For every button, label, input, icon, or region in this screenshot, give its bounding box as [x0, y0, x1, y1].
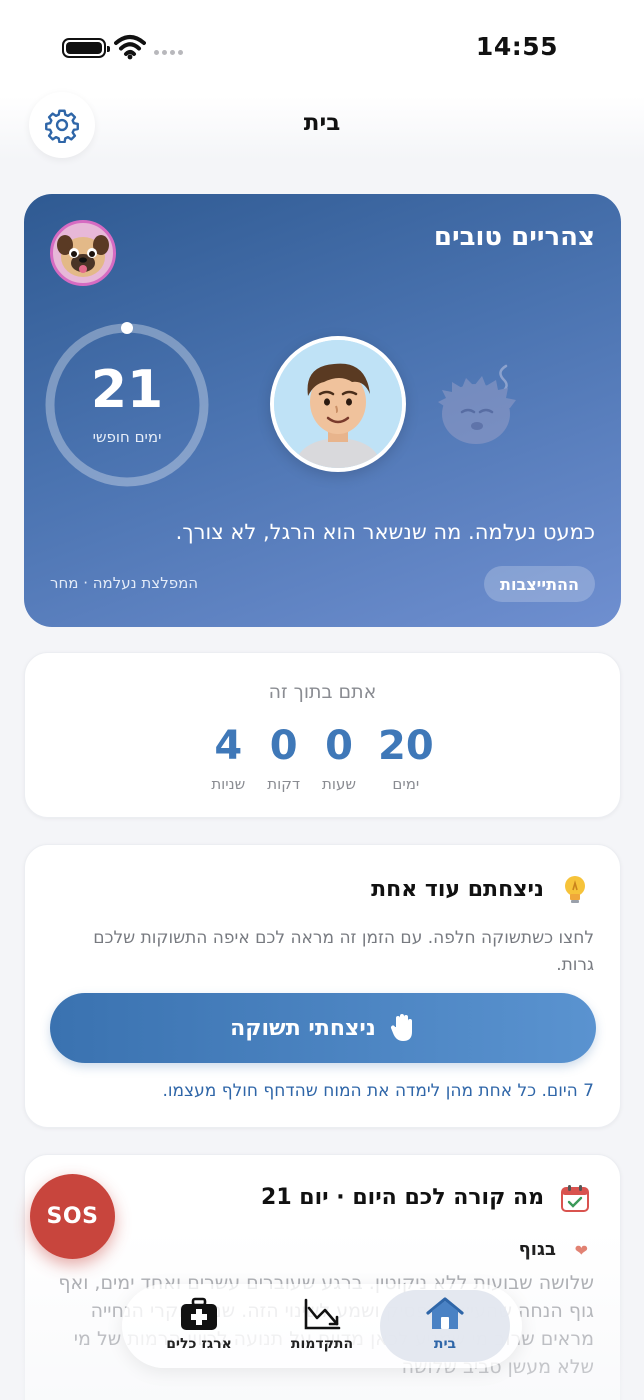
nav-item-home[interactable]: בית — [380, 1290, 510, 1362]
hero-message: כמעט נעלמה. מה שנשאר הוא הרגל, לא צורך. — [175, 520, 595, 544]
timer-card: אתם בתוך זה 4 שניות 0 דקות 0 שעות 20 ימי… — [24, 652, 621, 818]
timer-days: 20 ימים — [378, 723, 434, 793]
nav-label-progress: התקדמות — [290, 1336, 354, 1352]
calendar-icon — [561, 1185, 589, 1212]
timer-days-value: 20 — [378, 723, 434, 769]
timer-hours: 0 שעות — [322, 723, 356, 793]
bottom-nav: ארגז כלים התקדמות בית — [122, 1284, 522, 1368]
timer-hours-value: 0 — [325, 723, 353, 769]
chart-icon — [304, 1298, 341, 1330]
greeting-text: צהריים טובים — [433, 222, 595, 252]
won-button-label: ניצחתי תשוקה — [230, 1015, 376, 1041]
craving-won-card: ניצחתם עוד אחת לחצו כשתשוקה חלפה. עם הזמ… — [24, 844, 621, 1128]
monster-icon — [438, 364, 516, 444]
lightbulb-icon — [565, 876, 585, 903]
timer-minutes-label: דקות — [267, 775, 301, 793]
timer-units: 4 שניות 0 דקות 0 שעות 20 ימים — [25, 723, 620, 793]
timer-days-label: ימים — [392, 775, 420, 793]
nav-label-toolbox: ארגז כלים — [166, 1336, 232, 1352]
status-bar: 14:55 — [0, 0, 644, 96]
user-avatar[interactable] — [270, 336, 406, 472]
home-icon — [426, 1297, 464, 1329]
cellular-signal-icon — [154, 50, 183, 55]
timer-title: אתם בתוך זה — [268, 681, 377, 703]
timer-seconds-value: 4 — [214, 723, 243, 769]
status-time: 14:55 — [475, 32, 558, 61]
first-aid-kit-icon — [181, 1297, 217, 1330]
nav-item-toolbox[interactable]: ארגז כלים — [134, 1290, 264, 1362]
timer-seconds-label: שניות — [211, 775, 246, 793]
pug-avatar[interactable] — [50, 220, 116, 286]
stabilization-button[interactable]: ההתייצבות — [484, 566, 595, 602]
hero-card: צהריים טובים 21 ימים חופשי כמעט נעלמה. מ… — [24, 194, 621, 627]
body-section-title: בגוף — [518, 1239, 556, 1260]
won-craving-button[interactable]: ניצחתי תשוקה — [50, 993, 596, 1063]
nav-label-home: בית — [433, 1336, 457, 1352]
won-count-text: 7 היום. כל אחת מהן לימדה את המוח שהדחף ח… — [162, 1081, 594, 1101]
sos-button[interactable]: SOS — [30, 1174, 115, 1259]
page-title: בית — [303, 110, 341, 136]
won-description: לחצו כשתשוקה חלפה. עם הזמן זה מראה לכם א… — [93, 928, 594, 975]
free-days-count: 21 — [90, 360, 164, 420]
hand-icon — [390, 1014, 412, 1041]
heart-icon: ❤ — [574, 1241, 588, 1260]
wifi-icon — [114, 35, 146, 60]
today-title: מה קורה לכם היום · יום 21 — [261, 1185, 544, 1210]
timer-hours-label: שעות — [322, 775, 356, 793]
pug-icon — [57, 235, 109, 277]
nav-item-progress[interactable]: התקדמות — [257, 1290, 387, 1362]
free-days-label: ימים חופשי — [92, 428, 162, 446]
battery-icon — [62, 38, 110, 58]
man-avatar-icon — [274, 340, 402, 468]
won-title: ניצחתם עוד אחת — [371, 877, 544, 902]
monster-gone-status: המפלצת נעלמה · מחר — [50, 574, 199, 592]
timer-seconds: 4 שניות — [211, 723, 245, 793]
timer-minutes: 0 דקות — [267, 723, 300, 793]
timer-minutes-value: 0 — [269, 723, 298, 769]
